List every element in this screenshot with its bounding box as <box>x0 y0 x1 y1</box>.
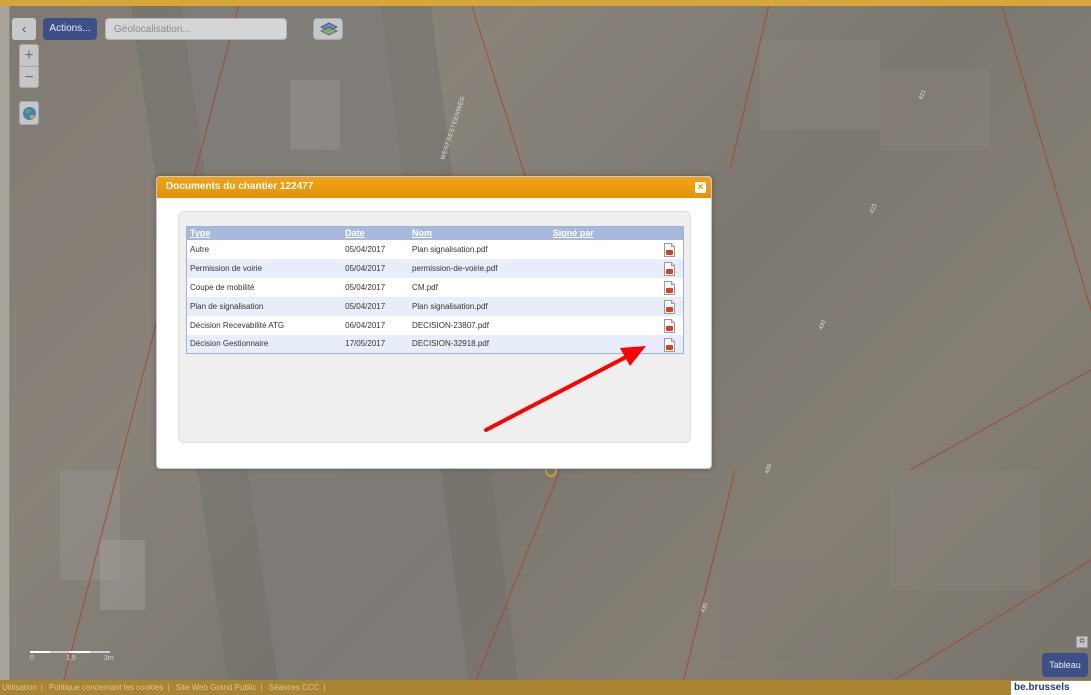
cell-date: 06/04/2017 <box>345 320 386 330</box>
top-accent-bar <box>0 0 1091 6</box>
download-cell <box>661 240 683 259</box>
actions-button[interactable]: Actions... <box>43 18 97 40</box>
geolocation-input[interactable] <box>105 18 287 40</box>
documents-dialog: Documents du chantier 122477 × Type Date… <box>156 176 712 469</box>
pdf-download-icon[interactable] <box>664 300 676 314</box>
cell-date: 05/04/2017 <box>342 258 410 278</box>
scale-label: 3m <box>104 655 114 662</box>
documents-panel: Type Date Nom Signé par Autre 05/04/2017… <box>178 211 691 443</box>
cell-signe <box>550 278 662 297</box>
pdf-download-icon[interactable] <box>664 262 676 276</box>
pdf-download-icon[interactable] <box>664 337 676 352</box>
scale-label: 1.5 <box>66 655 76 662</box>
footer-link-seances-ccc[interactable]: Séances CCC <box>269 683 320 692</box>
cell-type: Décision Gestionnaire <box>186 334 343 354</box>
table-row: Plan de signalisation 05/04/2017 Plan si… <box>186 296 684 316</box>
footer-link-cookies[interactable]: Politique concernant les cookies <box>49 683 163 692</box>
brand-logo[interactable]: be.brussels <box>1011 681 1091 695</box>
pdf-download-icon[interactable] <box>664 243 676 257</box>
cell-type: Décision Recevabilité ATG <box>190 320 285 330</box>
cell-nom: DECISION-23807.pdf <box>412 320 489 330</box>
scale-label: 0 <box>30 655 34 662</box>
basemap-button[interactable] <box>19 101 39 125</box>
scale-segment <box>30 651 50 653</box>
column-header-date[interactable]: Date <box>342 226 410 240</box>
table-row: Autre 05/04/2017 Plan signalisation.pdf <box>187 240 684 259</box>
footer-bar: Utilisation | Politique concernant les co… <box>0 680 1091 695</box>
cell-date: 05/04/2017 <box>342 296 410 316</box>
download-cell <box>661 316 683 335</box>
layers-icon <box>320 22 338 36</box>
cell-signe <box>549 296 662 316</box>
footer-link-utilisation[interactable]: Utilisation <box>2 683 37 692</box>
footer-link-grand-public[interactable]: Site Web Grand Public <box>176 683 257 692</box>
zoom-out-button[interactable]: − <box>20 66 38 87</box>
cell-nom: CM.pdf <box>412 282 438 292</box>
tableau-button[interactable]: Tableau <box>1042 653 1088 677</box>
dialog-title: Documents du chantier 122477 <box>166 181 314 192</box>
cell-nom: permission-de-voirie.pdf <box>409 258 550 278</box>
zoom-in-button[interactable]: + <box>20 45 38 66</box>
dialog-header: Documents du chantier 122477 × <box>157 177 711 198</box>
cell-signe <box>550 316 662 335</box>
cell-nom: DECISION-32918.pdf <box>409 334 550 354</box>
zoom-control: + − <box>19 44 39 88</box>
brand-text: be.brussels <box>1014 682 1070 693</box>
cell-nom: Plan signalisation.pdf <box>409 296 550 316</box>
column-header-nom[interactable]: Nom <box>409 226 550 240</box>
table-row: Coupe de mobilité 05/04/2017 CM.pdf <box>187 278 684 297</box>
pdf-download-icon[interactable] <box>664 281 676 295</box>
scale-bar: 0 1.5 3m <box>30 648 114 662</box>
cell-type: Coupe de mobilité <box>190 282 255 292</box>
footer-links: Utilisation | Politique concernant les co… <box>2 683 326 692</box>
pdf-download-icon[interactable] <box>664 319 676 333</box>
cell-nom: Plan signalisation.pdf <box>412 244 488 254</box>
column-header-signe-par[interactable]: Signé par <box>549 226 662 240</box>
table-header-row: Type Date Nom Signé par <box>186 226 684 240</box>
cell-date: 05/04/2017 <box>345 244 386 254</box>
overview-map-toggle[interactable]: ⧉ <box>1076 636 1088 648</box>
globe-icon <box>23 107 36 120</box>
documents-table: Type Date Nom Signé par Autre 05/04/2017… <box>186 226 684 354</box>
cell-signe <box>549 334 662 354</box>
cell-type: Permission de voirie <box>186 258 343 278</box>
download-cell <box>661 296 684 316</box>
cell-type: Autre <box>190 244 210 254</box>
cell-date: 17/05/2017 <box>342 334 410 354</box>
side-panel-handle[interactable] <box>0 6 10 680</box>
table-row: Décision Gestionnaire 17/05/2017 DECISIO… <box>186 334 684 354</box>
scale-segment <box>70 651 90 653</box>
collapse-button[interactable]: ‹ <box>12 18 36 40</box>
download-cell <box>661 258 684 278</box>
cell-type: Plan de signalisation <box>186 296 343 316</box>
cell-date: 05/04/2017 <box>345 282 386 292</box>
table-row: Décision Recevabilité ATG 06/04/2017 DEC… <box>187 316 684 335</box>
table-row: Permission de voirie 05/04/2017 permissi… <box>186 258 684 278</box>
layers-button[interactable] <box>313 18 343 40</box>
close-button[interactable]: × <box>695 182 706 193</box>
column-header-download <box>661 226 684 240</box>
cell-signe <box>550 240 662 259</box>
download-cell <box>661 278 683 297</box>
column-header-type[interactable]: Type <box>186 226 343 240</box>
download-cell <box>661 334 684 354</box>
cell-signe <box>549 258 662 278</box>
